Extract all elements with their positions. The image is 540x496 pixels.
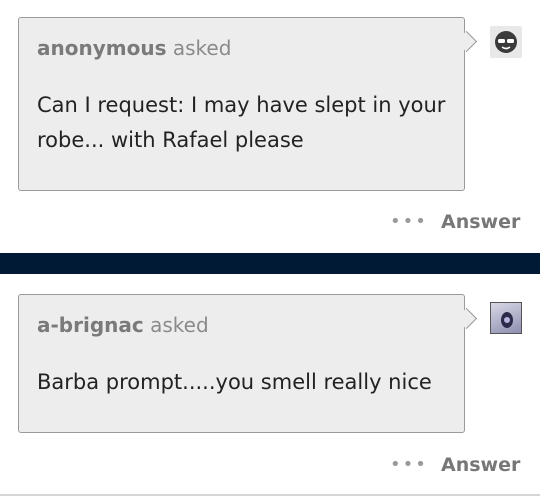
asker-line: anonymous asked [37,36,231,60]
asker-name[interactable]: anonymous [37,36,166,60]
bubble-pointer [455,30,478,53]
answer-button[interactable]: Answer [441,454,520,476]
question-text: Barba prompt.....you smell really nice [37,370,432,394]
asked-label: asked [172,36,232,60]
question-text: Can I request: I may have slept in your … [37,93,446,152]
anonymous-avatar-icon[interactable] [490,26,522,58]
ask-post-1: anonymous asked Can I request: I may hav… [0,0,540,253]
post-divider [0,253,540,274]
asked-label: asked [150,313,209,337]
user-avatar-icon[interactable] [490,302,522,334]
answer-button[interactable]: Answer [441,211,520,233]
more-options-icon[interactable]: ••• [390,454,428,475]
asker-line: a-brignac asked [37,313,209,337]
more-options-icon[interactable]: ••• [390,211,428,232]
ask-post-2: a-brignac asked Barba prompt.....you sme… [0,274,540,496]
ask-bubble: a-brignac asked Barba prompt.....you sme… [18,294,478,433]
asker-name[interactable]: a-brignac [37,313,144,337]
bubble-pointer [455,307,478,330]
ask-bubble: anonymous asked Can I request: I may hav… [18,17,478,191]
